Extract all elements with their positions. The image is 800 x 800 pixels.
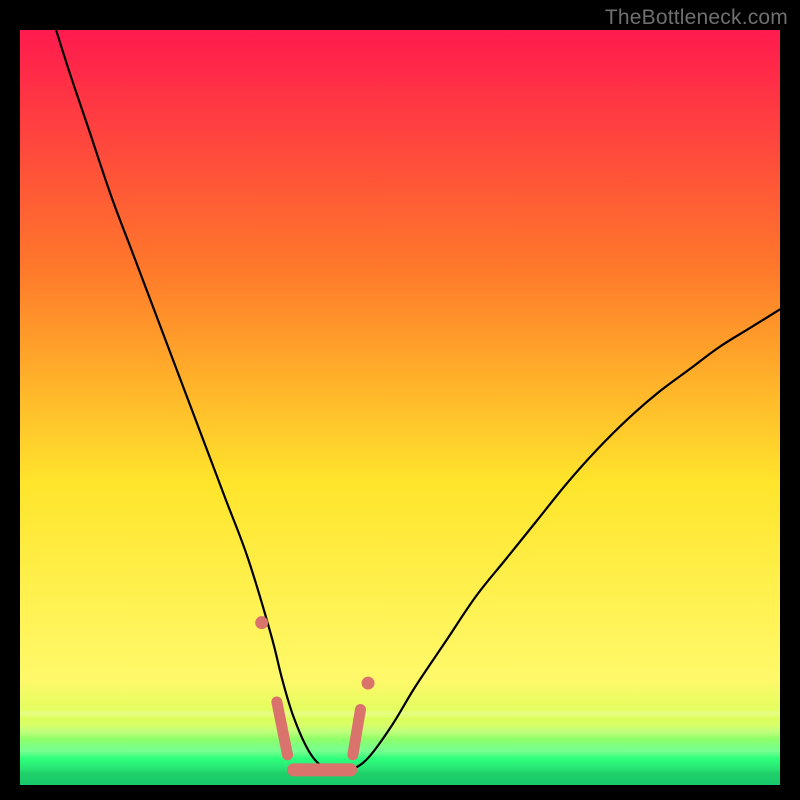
chart-svg — [20, 30, 780, 785]
watermark-text: TheBottleneck.com — [605, 6, 788, 30]
chart-frame: TheBottleneck.com — [0, 0, 800, 800]
plot-area — [20, 30, 780, 785]
marker-dot — [362, 677, 375, 690]
flat-marker-right-stub — [353, 710, 361, 755]
marker-dot — [255, 616, 268, 629]
gradient-banding — [20, 30, 780, 785]
